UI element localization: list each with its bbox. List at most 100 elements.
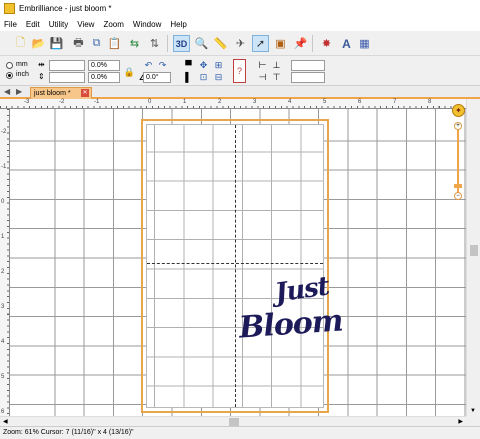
- select-icon[interactable]: ➚: [252, 35, 269, 52]
- horizontal-scroll-thumb[interactable]: [229, 418, 239, 426]
- rotation-field[interactable]: 0.0°: [143, 72, 171, 83]
- height-percent-field[interactable]: 0.0%: [88, 72, 120, 83]
- center-icon[interactable]: ✥: [197, 59, 210, 71]
- zoom-in-icon[interactable]: +: [454, 122, 462, 130]
- distribute-icon[interactable]: ⊞: [212, 59, 225, 71]
- hoop-icon[interactable]: ▣: [272, 35, 289, 52]
- color-icon[interactable]: ▦: [356, 35, 373, 52]
- toolbar-separator: [167, 35, 168, 52]
- title-bar: Embrilliance - just bloom *: [0, 0, 480, 17]
- ruler-icon[interactable]: 📏: [212, 35, 229, 52]
- paste-icon[interactable]: 📋: [106, 35, 123, 52]
- height-icon: ⇕: [38, 72, 45, 81]
- width-field[interactable]: [49, 60, 85, 71]
- menu-view[interactable]: View: [77, 20, 94, 29]
- ruler-label: -1: [94, 99, 100, 105]
- unit-mm-radio[interactable]: [6, 62, 13, 69]
- open-icon[interactable]: 📂: [30, 35, 47, 52]
- menu-bar: File Edit Utility View Zoom Window Help: [0, 17, 480, 31]
- lock-icon[interactable]: 🔒: [123, 66, 136, 78]
- ruler-label: -2: [1, 129, 7, 135]
- ruler-label: 5: [1, 374, 5, 380]
- space-right-icon[interactable]: ⊣: [256, 71, 269, 83]
- tab-scroll-right-icon[interactable]: ▶: [16, 87, 22, 96]
- pin-icon[interactable]: 📌: [292, 35, 309, 52]
- width-icon: ⇹: [38, 60, 45, 69]
- align-left-icon[interactable]: ▌: [182, 71, 195, 83]
- embroidery-text-line2[interactable]: Bloom: [238, 303, 344, 345]
- mirror-icon[interactable]: ⇆: [126, 35, 143, 52]
- group-icon[interactable]: ⊡: [197, 71, 210, 83]
- tab-label: just bloom *: [34, 90, 71, 97]
- lettering-icon[interactable]: A: [338, 35, 355, 52]
- pan-compass-icon[interactable]: ✦: [452, 104, 465, 117]
- ungroup-icon[interactable]: ⊟: [212, 71, 225, 83]
- vertical-ruler: -2 -1 0 1 2 3 4 5 6: [0, 109, 10, 426]
- toolbar-separator: [312, 35, 313, 52]
- 3d-view-icon[interactable]: 3D: [173, 35, 190, 52]
- menu-zoom[interactable]: Zoom: [103, 20, 123, 29]
- document-tab-strip: ◀ ▶ just bloom * ✕: [0, 86, 480, 99]
- ruler-label: 2: [1, 269, 5, 275]
- space-vertical-icon[interactable]: ⊤: [270, 71, 283, 83]
- zoom-slider[interactable]: + −: [454, 122, 462, 202]
- help-icon[interactable]: ?: [233, 59, 246, 83]
- zoom-handle[interactable]: [454, 184, 462, 188]
- zoom-out-icon[interactable]: −: [454, 192, 462, 200]
- flip-icon[interactable]: ⇅: [146, 35, 163, 52]
- ruler-label: 3: [253, 99, 257, 105]
- unit-inch-label: inch: [16, 71, 29, 78]
- unit-inch-radio[interactable]: [6, 72, 13, 79]
- menu-file[interactable]: File: [4, 20, 17, 29]
- scroll-left-icon[interactable]: ◀: [3, 418, 8, 425]
- tab-just-bloom[interactable]: just bloom * ✕: [30, 87, 92, 99]
- print-icon[interactable]: 🖶: [70, 35, 87, 52]
- properties-toolbar: mm inch ⇹ 0.0% ⇕ 0.0% 🔒 ↶ ↷ ∠ 0.0° ▀ ✥ ⊞…: [0, 56, 480, 86]
- close-icon[interactable]: ✕: [81, 89, 89, 97]
- ruler-label: 6: [358, 99, 362, 105]
- space-center-icon[interactable]: ⊥: [270, 59, 283, 71]
- rotate-left-icon[interactable]: ↶: [142, 59, 155, 71]
- status-bar: Zoom: 61% Cursor: 7 (11/16)" x 4 (13/16)…: [0, 426, 480, 439]
- ruler-label: -1: [1, 164, 7, 170]
- menu-window[interactable]: Window: [133, 20, 161, 29]
- menu-edit[interactable]: Edit: [26, 20, 40, 29]
- ruler-label: 4: [288, 99, 292, 105]
- save-icon[interactable]: 💾: [48, 35, 65, 52]
- ruler-label: 1: [1, 234, 5, 240]
- menu-help[interactable]: Help: [170, 20, 186, 29]
- align-top-icon[interactable]: ▀: [182, 59, 195, 71]
- spacing-field[interactable]: [291, 60, 325, 71]
- ruler-label: 7: [393, 99, 397, 105]
- horizontal-scrollbar[interactable]: ◀ ▶: [0, 416, 466, 426]
- ruler-label: 6: [1, 409, 5, 415]
- main-toolbar: 🗋 📂 💾 🖶 ⧉ 📋 ⇆ ⇅ 3D 🔍 📏 ✈ ➚ ▣ 📌 ✸ A ▦: [0, 31, 480, 56]
- vertical-scrollbar[interactable]: ▼: [466, 99, 480, 416]
- cursor-status: Cursor: 7 (11/16)" x 4 (13/16)": [40, 429, 134, 436]
- ruler-label: 1: [183, 99, 187, 105]
- plane-icon[interactable]: ✈: [232, 35, 249, 52]
- ruler-label: 3: [1, 304, 5, 310]
- scroll-down-icon[interactable]: ▼: [470, 408, 476, 414]
- app-icon: [4, 3, 15, 14]
- wand-icon[interactable]: ✸: [318, 35, 335, 52]
- ruler-label: 0: [1, 199, 5, 205]
- hoop-center-line-vertical: [235, 125, 236, 407]
- horizontal-ruler: -3 -2 -1 0 1 2 3 4 5 6 7 8: [0, 99, 466, 109]
- design-canvas[interactable]: Just Bloom: [10, 109, 466, 416]
- height-field[interactable]: [49, 72, 85, 83]
- width-percent-field[interactable]: 0.0%: [88, 60, 120, 71]
- magnify-icon[interactable]: 🔍: [193, 35, 210, 52]
- vertical-scroll-thumb[interactable]: [470, 245, 478, 256]
- tab-scroll-left-icon[interactable]: ◀: [4, 87, 10, 96]
- hoop-center-line-horizontal: [147, 263, 323, 264]
- spacing-field-2[interactable]: [291, 72, 325, 83]
- scroll-right-icon[interactable]: ▶: [458, 418, 463, 425]
- window-title: Embrilliance - just bloom *: [19, 4, 112, 13]
- copy-icon[interactable]: ⧉: [88, 35, 105, 52]
- ruler-label: -3: [24, 99, 30, 105]
- menu-utility[interactable]: Utility: [49, 20, 69, 29]
- space-left-icon[interactable]: ⊢: [256, 59, 269, 71]
- new-icon[interactable]: 🗋: [12, 35, 29, 52]
- rotate-right-icon[interactable]: ↷: [156, 59, 169, 71]
